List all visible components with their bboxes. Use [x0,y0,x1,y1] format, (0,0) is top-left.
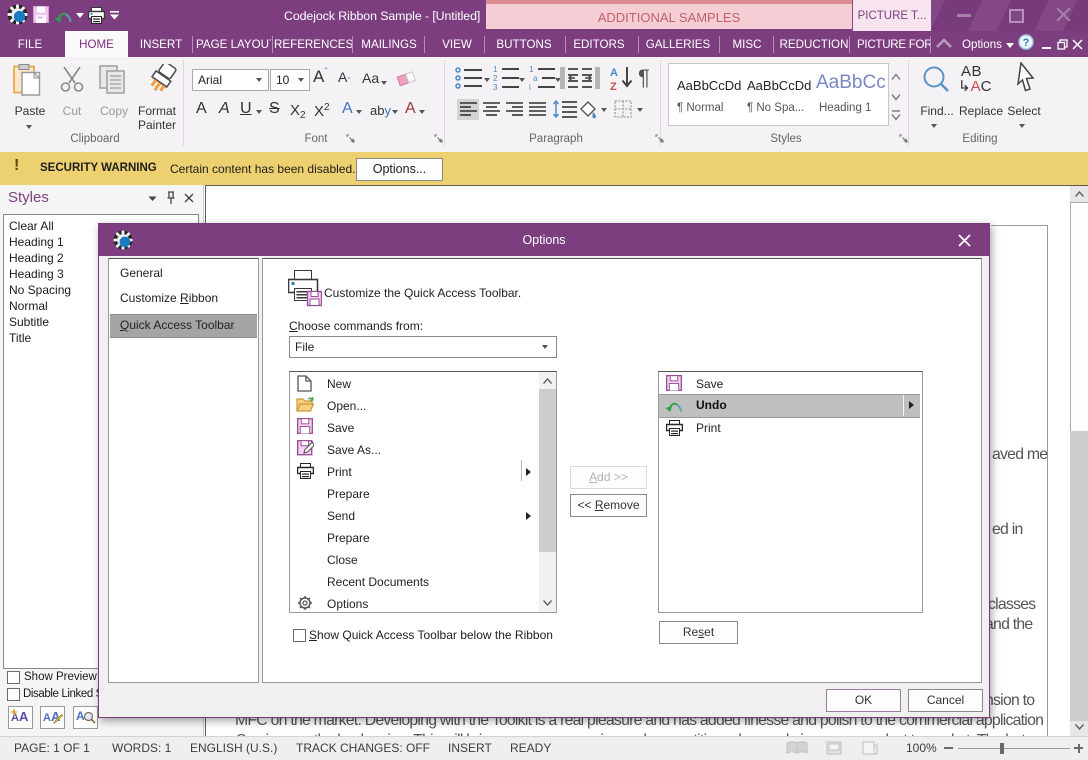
svg-text:A: A [610,67,618,79]
svg-text:Z: Z [610,81,617,91]
svg-text:a: a [533,74,538,83]
svg-text:2: 2 [493,74,498,83]
svg-text:1: 1 [529,66,534,74]
svg-text:3: 3 [493,83,498,90]
svg-text:1: 1 [493,66,498,74]
svg-text:i: i [529,83,531,90]
svg-text:?: ? [1023,37,1030,49]
